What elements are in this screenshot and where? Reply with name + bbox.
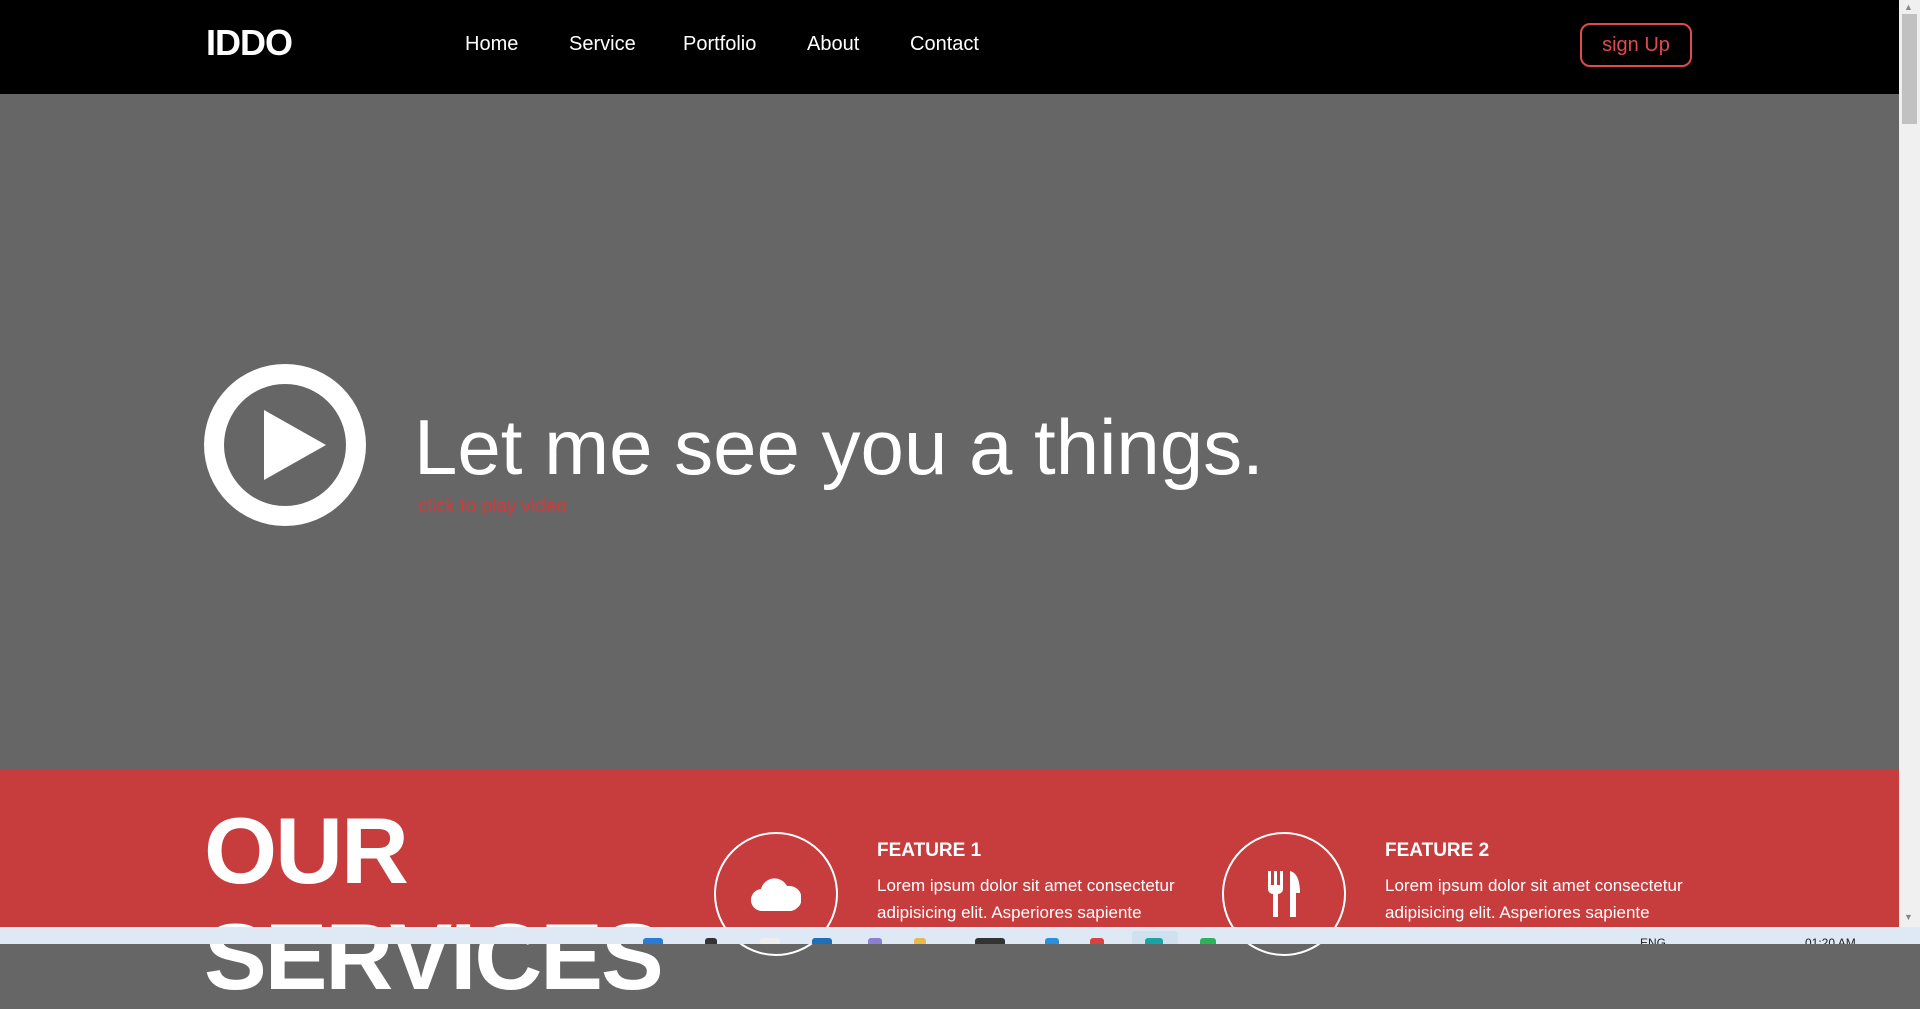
search-icon[interactable] [705, 938, 717, 944]
app-icon[interactable] [975, 938, 1005, 944]
play-video-link[interactable]: click to play video [418, 496, 567, 518]
services-title-line2: SERVICES [204, 904, 664, 1009]
file-icon[interactable] [760, 938, 780, 944]
browser-icon[interactable] [1145, 938, 1163, 944]
sign-up-button[interactable]: sign Up [1580, 23, 1692, 67]
app-icon[interactable] [1090, 938, 1104, 944]
nav-about[interactable]: About [807, 33, 859, 56]
services-title: OUR [204, 798, 409, 903]
hero-section: Let me see you a things. click to play v… [0, 94, 1899, 770]
nav-contact[interactable]: Contact [910, 33, 979, 56]
clock[interactable]: 01:20 AM [1805, 936, 1856, 944]
start-icon[interactable] [643, 938, 663, 944]
nav-home[interactable]: Home [465, 33, 518, 56]
app-icon[interactable] [1045, 938, 1059, 944]
play-video-button[interactable] [204, 364, 366, 526]
app-icon[interactable] [1200, 938, 1216, 944]
language-indicator[interactable]: ENG [1640, 936, 1666, 944]
app-icon[interactable] [914, 938, 926, 944]
scroll-up-arrow[interactable]: ▲ [1904, 2, 1913, 12]
feature-2-title: FEATURE 2 [1385, 840, 1490, 861]
nav-portfolio[interactable]: Portfolio [683, 33, 756, 56]
logo[interactable]: IDDO [206, 22, 293, 64]
app-icon[interactable] [868, 938, 882, 944]
services-section: OUR SERVICES FEATURE 1 Lorem ipsum dolor… [0, 770, 1899, 1004]
scroll-down-arrow[interactable]: ▼ [1904, 912, 1913, 922]
app-icon[interactable] [812, 938, 832, 944]
play-icon [224, 384, 346, 506]
nav-service[interactable]: Service [569, 33, 636, 56]
feature-1-text: Lorem ipsum dolor sit amet consectetur a… [877, 876, 1175, 922]
top-navbar: IDDO Home Service Portfolio About Contac… [0, 0, 1899, 94]
taskbar: ENG 01:20 AM [0, 927, 1920, 944]
vertical-scrollbar[interactable] [1899, 0, 1920, 927]
hero-headline: Let me see you a things. [414, 403, 1264, 491]
scrollbar-thumb[interactable] [1902, 14, 1917, 124]
feature-1-title: FEATURE 1 [877, 840, 982, 861]
feature-2-text: Lorem ipsum dolor sit amet consectetur a… [1385, 876, 1683, 922]
